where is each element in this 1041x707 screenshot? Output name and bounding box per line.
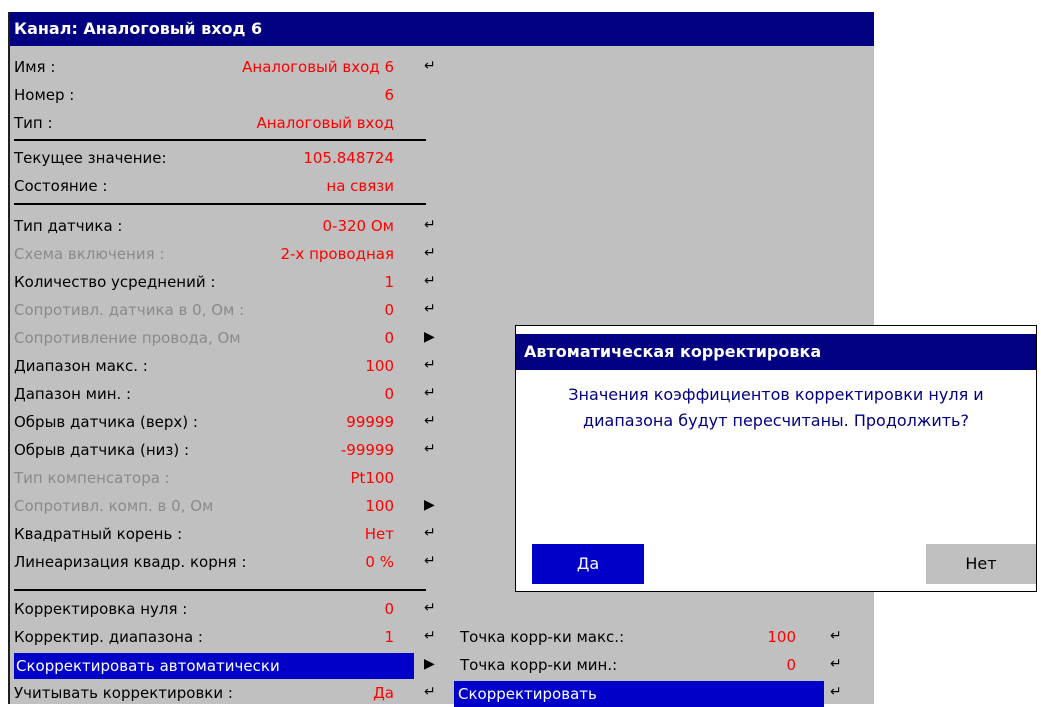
wire-resistance-value[interactable]: 0 (384, 329, 394, 347)
enter-icon[interactable]: ↵ (830, 684, 842, 700)
name-label: Имя : (14, 58, 56, 76)
enter-icon[interactable]: ↵ (424, 525, 436, 541)
correct-item[interactable]: Скорректировать (454, 681, 824, 707)
enter-icon[interactable]: ↵ (830, 656, 842, 672)
sensor-type-label: Тип датчика : (14, 217, 123, 235)
wire-resistance-label: Сопротивление провода, Ом (14, 329, 241, 347)
sqrt-linearization-value[interactable]: 0 % (365, 553, 394, 571)
point-max-label: Точка корр-ки макс.: (460, 628, 625, 646)
range-correction-value[interactable]: 1 (384, 628, 394, 646)
current-value: 105.848724 (303, 149, 394, 167)
enter-icon[interactable]: ↵ (424, 628, 436, 644)
point-max-value[interactable]: 100 (767, 628, 796, 646)
type-label: Тип : (14, 114, 53, 132)
compensator-type-label: Тип компенсатора : (14, 469, 170, 487)
enter-icon[interactable]: ↵ (424, 684, 436, 700)
use-corrections-value[interactable]: Да (373, 684, 394, 702)
current-value-label: Текущее значение: (14, 149, 167, 167)
range-max-value[interactable]: 100 (365, 357, 394, 375)
yes-button[interactable]: Да (532, 544, 644, 584)
averaging-label: Количество усреднений : (14, 273, 216, 291)
enter-icon[interactable]: ↵ (424, 273, 436, 289)
enter-icon[interactable]: ↵ (424, 58, 436, 74)
point-min-label: Точка корр-ки мин.: (460, 656, 618, 674)
dialog-message: Значения коэффициентов корректировки нул… (536, 382, 1016, 434)
enter-icon[interactable]: ↵ (424, 301, 436, 317)
number-label: Номер : (14, 86, 75, 104)
enter-icon[interactable]: ↵ (424, 385, 436, 401)
range-min-label: Дапазон мин. : (14, 385, 132, 403)
enter-icon[interactable]: ↵ (424, 217, 436, 233)
compensator-r0-value[interactable]: 100 (365, 497, 394, 515)
break-low-value[interactable]: -99999 (341, 441, 394, 459)
dialog-message-line: диапазона будут пересчитаны. Продолжить? (583, 411, 969, 430)
enter-icon[interactable]: ↵ (424, 245, 436, 261)
wiring-value[interactable]: 2-х проводная (280, 245, 394, 263)
state-label: Состояние : (14, 177, 108, 195)
point-min-value[interactable]: 0 (786, 656, 796, 674)
submenu-arrow-icon[interactable]: ▶ (424, 656, 435, 672)
dialog-message-line: Значения коэффициентов корректировки нул… (568, 385, 984, 404)
wiring-label: Схема включения : (14, 245, 165, 263)
submenu-arrow-icon[interactable]: ▶ (424, 497, 435, 513)
range-min-value[interactable]: 0 (384, 385, 394, 403)
sensor-r0-value[interactable]: 0 (384, 301, 394, 319)
sensor-r0-label: Сопротивл. датчика в 0, Ом : (14, 301, 245, 319)
window-title: Канал: Аналоговый вход 6 (10, 12, 874, 46)
range-max-label: Диапазон макс. : (14, 357, 148, 375)
compensator-r0-label: Сопротивл. комп. в 0, Ом (14, 497, 214, 515)
enter-icon[interactable]: ↵ (424, 600, 436, 616)
enter-icon[interactable]: ↵ (424, 413, 436, 429)
sensor-type-value[interactable]: 0-320 Ом (323, 217, 394, 235)
no-button[interactable]: Нет (926, 544, 1036, 584)
name-value[interactable]: Аналоговый вход 6 (242, 58, 394, 76)
number-value: 6 (384, 86, 394, 104)
use-corrections-label: Учитывать корректировки : (14, 684, 233, 702)
sqrt-value[interactable]: Нет (365, 525, 394, 543)
type-value: Аналоговый вход (256, 114, 394, 132)
sqrt-linearization-label: Линеаризация квадр. корня : (14, 553, 247, 571)
state-value: на связи (326, 177, 394, 195)
break-high-label: Обрыв датчика (верх) : (14, 413, 198, 431)
separator (14, 139, 426, 141)
auto-correction-dialog: Автоматическая корректировка Значения ко… (515, 325, 1037, 592)
break-low-label: Обрыв датчика (низ) : (14, 441, 190, 459)
zero-correction-label: Корректировка нуля : (14, 600, 188, 618)
break-high-value[interactable]: 99999 (346, 413, 394, 431)
separator (14, 203, 426, 205)
zero-correction-value[interactable]: 0 (384, 600, 394, 618)
separator (14, 589, 426, 591)
enter-icon[interactable]: ↵ (830, 628, 842, 644)
sqrt-label: Квадратный корень : (14, 525, 183, 543)
auto-correct-item[interactable]: Скорректировать автоматически (14, 653, 414, 679)
submenu-arrow-icon[interactable]: ▶ (424, 329, 435, 345)
enter-icon[interactable]: ↵ (424, 441, 436, 457)
range-correction-label: Корректир. диапазона : (14, 628, 203, 646)
compensator-type-value: Pt100 (350, 469, 394, 487)
dialog-title: Автоматическая корректировка (516, 334, 1036, 370)
averaging-value[interactable]: 1 (384, 273, 394, 291)
enter-icon[interactable]: ↵ (424, 553, 436, 569)
enter-icon[interactable]: ↵ (424, 357, 436, 373)
